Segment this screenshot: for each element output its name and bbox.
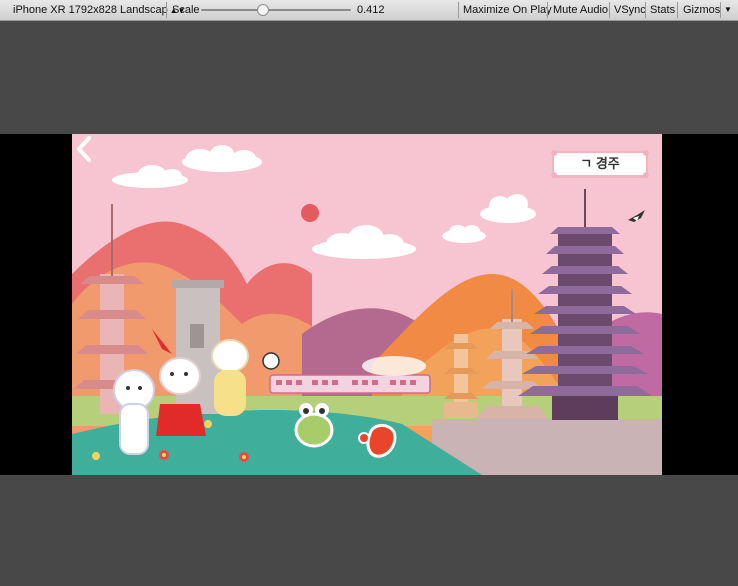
- mute-audio-toggle[interactable]: Mute Audio: [553, 0, 608, 20]
- badge-corner-ornament: [643, 172, 649, 178]
- flower-icon: [92, 452, 100, 460]
- city-name-label: ㄱ 경주: [580, 156, 620, 171]
- toolbar-divider: [609, 2, 610, 18]
- scale-slider[interactable]: [201, 9, 351, 11]
- city-name-badge: ㄱ 경주: [551, 150, 649, 178]
- scale-label: Scale: [172, 4, 200, 16]
- scene-illustration: [72, 134, 662, 475]
- magpie-icon: [628, 210, 645, 222]
- stats-toggle[interactable]: Stats: [650, 0, 675, 20]
- scale-slider-handle[interactable]: [256, 4, 269, 16]
- maximize-on-play-toggle[interactable]: Maximize On Play: [463, 0, 552, 20]
- gizmos-dropdown-arrow-icon[interactable]: ▼: [724, 0, 732, 20]
- game-view-toolbar: iPhone XR 1792x828 Landscap ▲▼ Scale 0.41…: [0, 0, 738, 21]
- badge-corner-ornament: [551, 150, 557, 156]
- toolbar-divider: [720, 2, 721, 18]
- vsync-toggle[interactable]: VSync: [614, 0, 646, 20]
- toolbar-divider: [547, 2, 548, 18]
- badge-corner-ornament: [551, 172, 557, 178]
- chevron-left-icon[interactable]: [72, 134, 96, 164]
- device-resolution-dropdown[interactable]: iPhone XR 1792x828 Landscap ▲▼: [13, 0, 186, 20]
- white-bear-character: [113, 369, 155, 455]
- sun-icon: [301, 204, 319, 222]
- badge-corner-ornament: [643, 150, 649, 156]
- toolbar-divider: [166, 2, 167, 18]
- game-scene: ㄱ 경주: [72, 134, 662, 475]
- gizmos-toggle[interactable]: Gizmos: [683, 0, 720, 20]
- scale-value: 0.412: [357, 4, 385, 16]
- toolbar-divider: [677, 2, 678, 18]
- flower-icon: [159, 450, 169, 460]
- device-resolution-label: iPhone XR 1792x828 Landscap: [13, 4, 168, 16]
- flower-icon: [239, 452, 249, 462]
- toolbar-divider: [645, 2, 646, 18]
- flower-icon: [204, 420, 212, 428]
- toolbar-divider: [458, 2, 459, 18]
